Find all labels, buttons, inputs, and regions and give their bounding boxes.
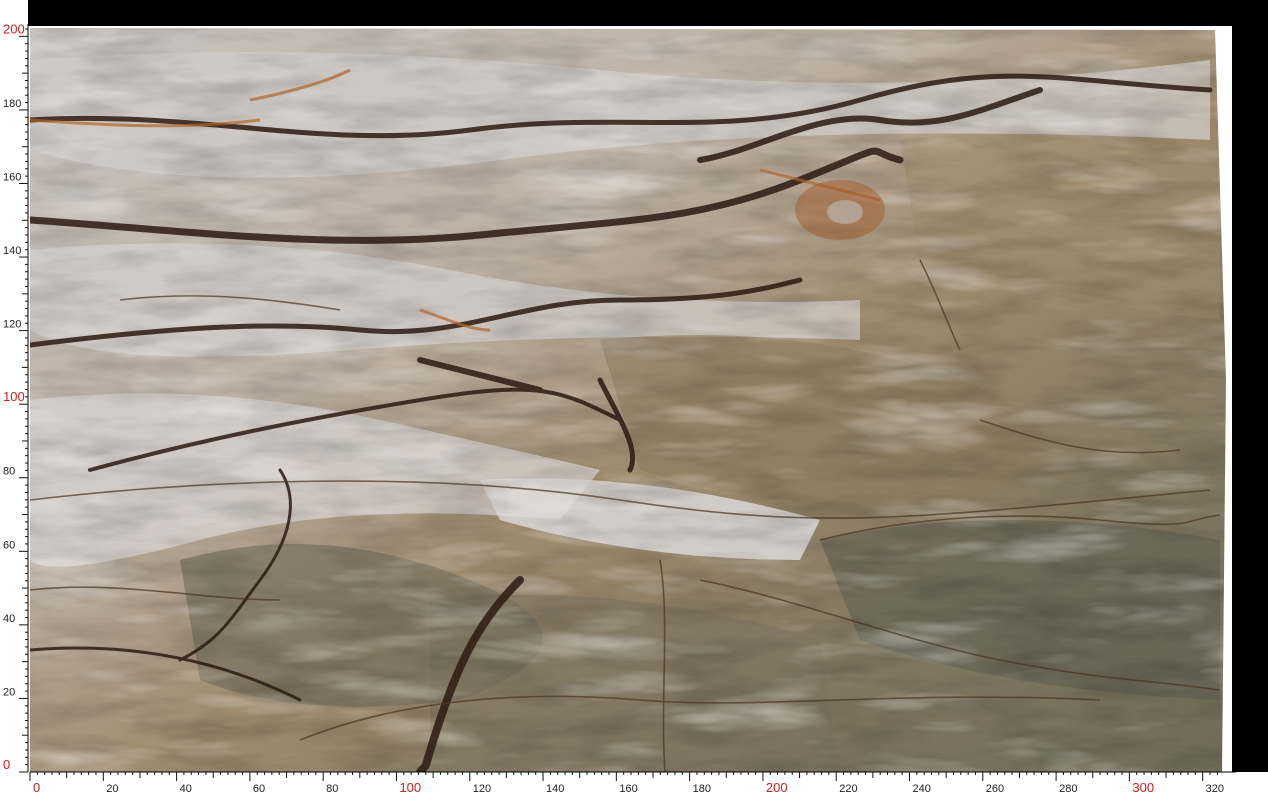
x-axis-tick-label: 100 xyxy=(399,780,421,795)
x-axis-tick-label: 240 xyxy=(913,783,931,795)
x-axis-tick-label: 40 xyxy=(180,783,192,795)
y-axis-scale: 0 20 40 60 80 100 120 140 160 180 200 xyxy=(3,21,29,773)
y-axis-tick-label: 80 xyxy=(3,466,15,478)
y-axis-tick-label: 160 xyxy=(3,171,21,183)
x-axis-tick-label: 80 xyxy=(326,783,338,795)
slab-viewer: 0 20 40 60 80 100 120 140 160 180 200 220 240 260 280 3… xyxy=(0,0,1268,800)
y-axis-tick-label: 120 xyxy=(3,319,21,331)
y-axis-tick-label: 140 xyxy=(3,245,21,257)
x-axis-tick-label: 280 xyxy=(1059,783,1077,795)
y-axis-tick-label: 180 xyxy=(3,98,21,110)
x-axis-tick-label: 140 xyxy=(546,783,564,795)
x-axis-tick-label: 320 xyxy=(1206,783,1224,795)
x-axis-tick-label: 200 xyxy=(766,780,788,795)
x-axis-scale: 0 20 40 60 80 100 120 140 160 180 200 220 240 260 280 3… xyxy=(29,771,1236,795)
x-axis-tick-label: 260 xyxy=(986,783,1004,795)
x-axis-tick-label: 220 xyxy=(839,783,857,795)
y-axis-tick-label: 40 xyxy=(3,613,15,625)
x-axis-tick-label: 180 xyxy=(693,783,711,795)
measurement-scale: 0 20 40 60 80 100 120 140 160 180 200 220 240 260 280 3… xyxy=(3,21,1236,795)
y-axis-tick-label: 100 xyxy=(3,389,25,404)
y-axis-tick-label: 60 xyxy=(3,539,15,551)
x-axis-tick-label: 120 xyxy=(473,783,491,795)
x-axis-tick-label: 0 xyxy=(33,780,40,795)
y-axis-tick-label: 200 xyxy=(3,21,25,36)
x-axis-tick-label: 300 xyxy=(1132,780,1154,795)
y-axis-tick-label: 0 xyxy=(3,757,10,772)
y-axis-tick-label: 20 xyxy=(3,686,15,698)
x-axis-tick-label: 60 xyxy=(253,783,265,795)
x-axis-tick-label: 20 xyxy=(106,783,118,795)
x-axis-tick-label: 160 xyxy=(619,783,637,795)
